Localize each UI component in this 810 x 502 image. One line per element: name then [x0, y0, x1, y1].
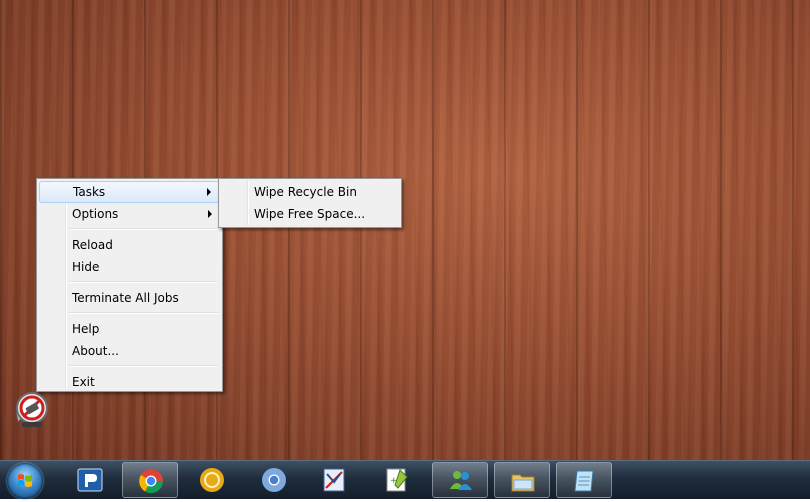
menu-item-terminate-all-jobs[interactable]: Terminate All Jobs [39, 287, 220, 309]
menu-item-options[interactable]: Options [39, 203, 220, 225]
taskbar-button-notepad[interactable] [556, 462, 612, 498]
taskbar-button-app-p[interactable] [62, 462, 118, 498]
submenu-arrow-icon [208, 210, 212, 218]
menu-item-hide[interactable]: Hide [39, 256, 220, 278]
file-explorer-icon [511, 474, 535, 492]
menu-item-tasks[interactable]: Tasks [39, 181, 220, 203]
notepad-plus-icon: + [386, 468, 408, 492]
menu-item-wipe-free-space[interactable]: Wipe Free Space... [221, 203, 399, 225]
chrome-icon [139, 469, 163, 494]
menu-separator [69, 365, 218, 367]
start-orb-icon[interactable] [7, 463, 43, 499]
taskbar: + [0, 460, 810, 499]
taskbar-button-chromium[interactable] [246, 462, 302, 498]
menu-item-label: Tasks [73, 185, 106, 199]
menu-item-wipe-recycle-bin[interactable]: Wipe Recycle Bin [221, 181, 399, 203]
menu-item-label: Exit [72, 375, 95, 389]
app-p-icon [77, 468, 103, 492]
menu-separator [69, 312, 218, 314]
tray-context-menu: Tasks Options Reload Hide Terminate All … [36, 178, 223, 392]
taskbar-button-file-explorer[interactable] [494, 462, 550, 498]
taskbar-button-visual-studio[interactable] [306, 462, 362, 498]
taskbar-button-messenger[interactable] [432, 462, 488, 498]
taskbar-button-notepad-plus[interactable]: + [368, 462, 424, 498]
menu-item-label: Wipe Free Space... [254, 207, 366, 221]
menu-separator [69, 228, 218, 230]
eraser-app-icon[interactable] [10, 388, 54, 432]
menu-item-help[interactable]: Help [39, 318, 220, 340]
menu-item-label: Help [72, 322, 100, 336]
taskbar-button-chrome[interactable] [122, 462, 178, 498]
tasks-submenu: Wipe Recycle Bin Wipe Free Space... [218, 178, 402, 228]
menu-item-label: About... [72, 344, 119, 358]
menu-item-label: Hide [72, 260, 100, 274]
menu-item-reload[interactable]: Reload [39, 234, 220, 256]
taskbar-button-yellow-app[interactable] [184, 462, 240, 498]
menu-item-label: Options [72, 207, 119, 221]
menu-item-label: Terminate All Jobs [72, 291, 179, 305]
yellow-circle-icon [200, 468, 224, 492]
submenu-arrow-icon [207, 188, 211, 196]
menu-item-exit[interactable]: Exit [39, 371, 220, 393]
notepad-icon [574, 470, 594, 492]
menu-item-about[interactable]: About... [39, 340, 220, 362]
menu-item-label: Wipe Recycle Bin [254, 185, 357, 199]
chromium-icon [262, 468, 286, 492]
visual-studio-icon [323, 468, 345, 492]
messenger-icon [450, 471, 472, 490]
menu-separator [69, 281, 218, 283]
menu-item-label: Reload [72, 238, 113, 252]
